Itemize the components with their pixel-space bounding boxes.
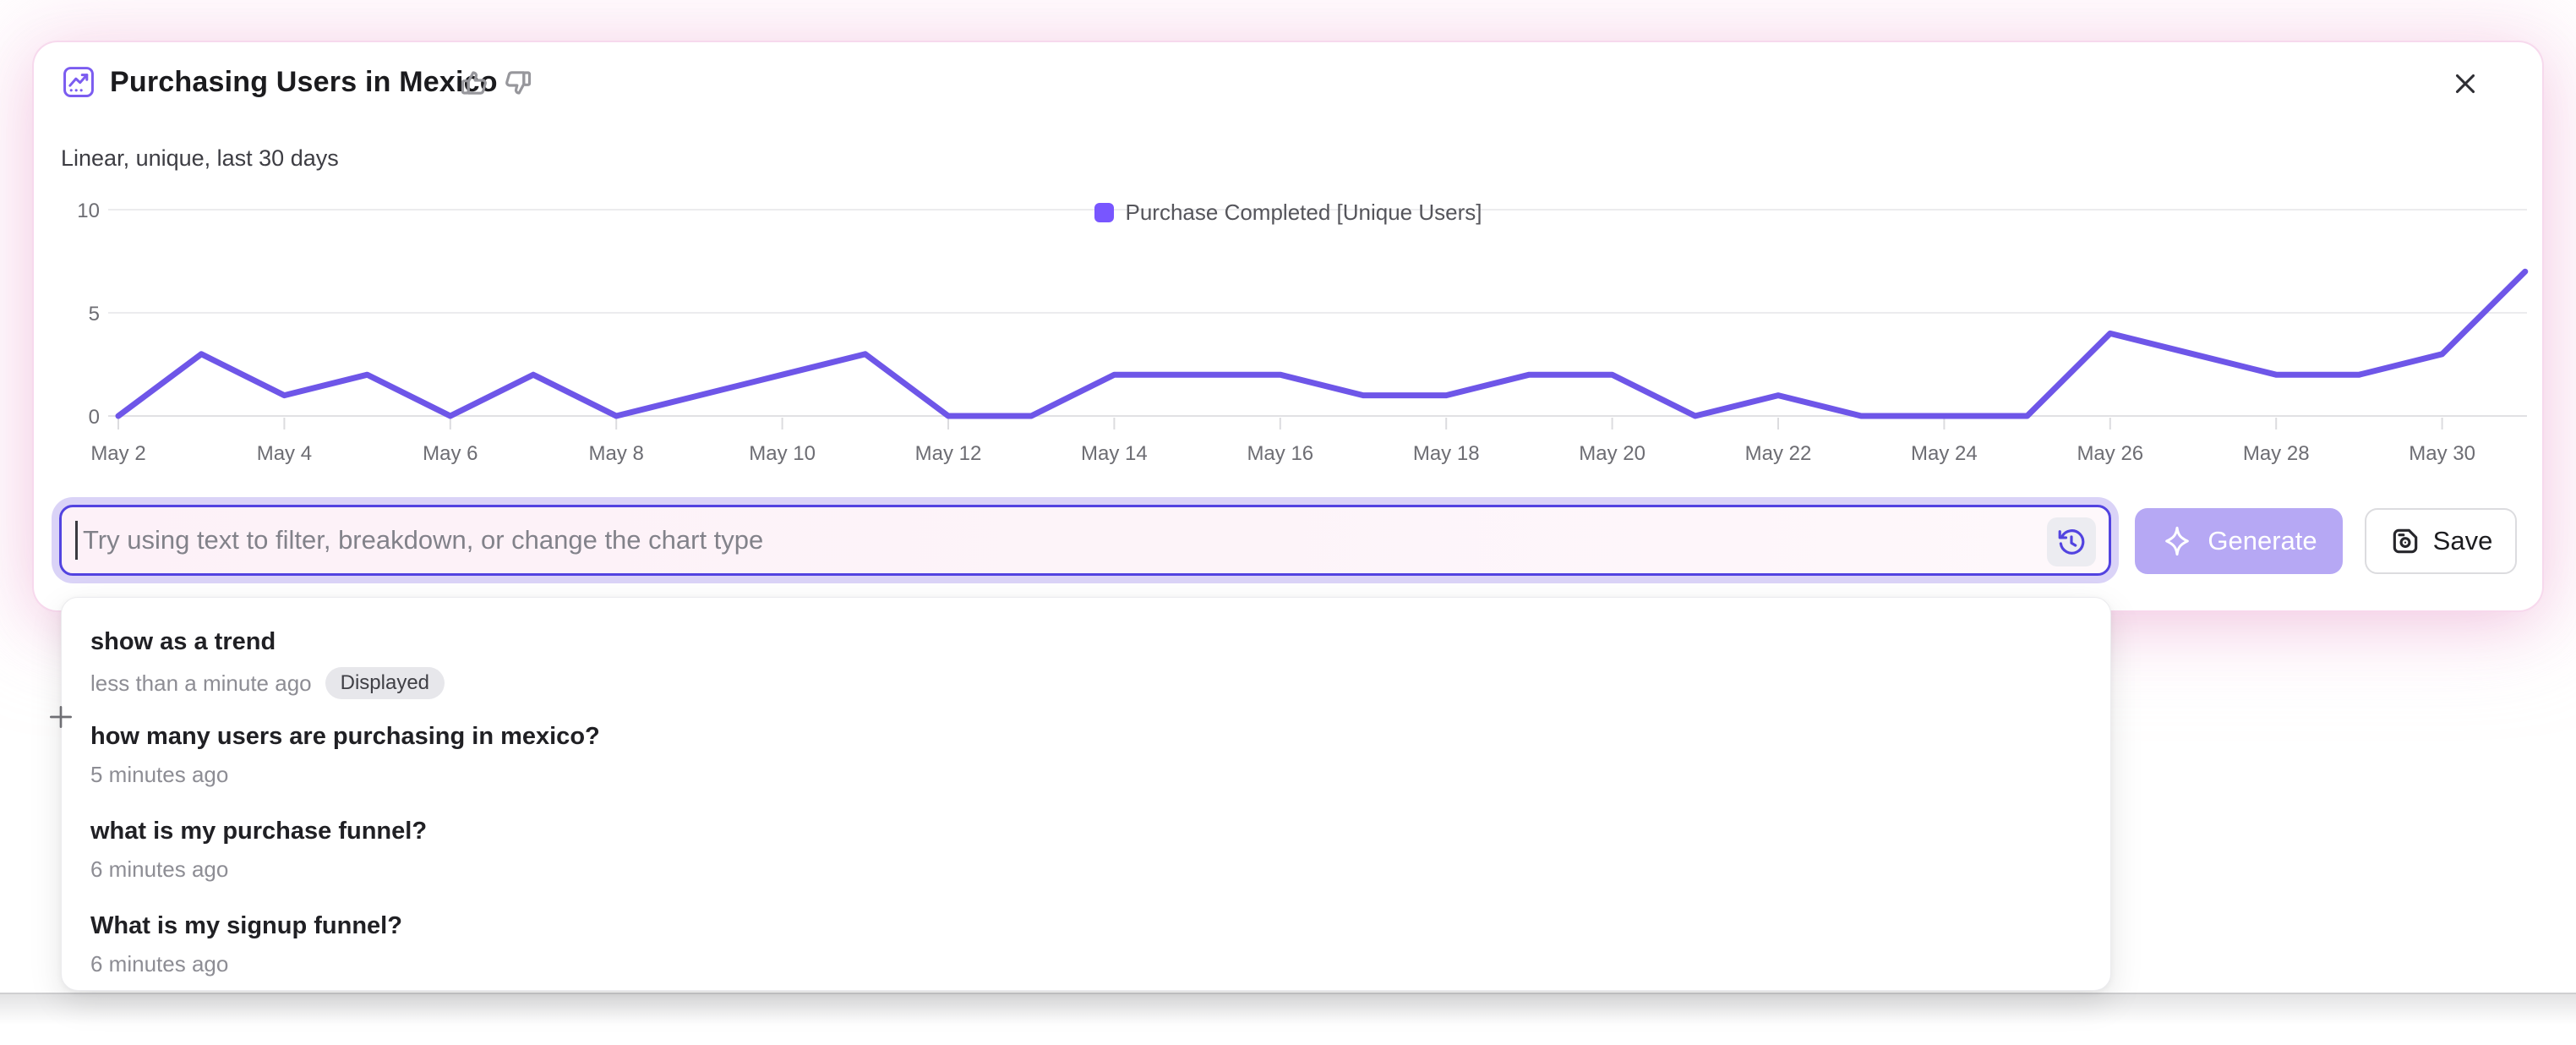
history-query: show as a trend	[90, 628, 2082, 656]
generate-label: Generate	[2208, 526, 2317, 556]
legend-label: Purchase Completed [Unique Users]	[1126, 200, 1482, 226]
close-button[interactable]	[2449, 61, 2495, 107]
svg-text:May 12: May 12	[915, 442, 982, 465]
history-meta: 5 minutes ago	[90, 762, 2082, 788]
page-title: Purchasing Users in Mexico	[110, 66, 498, 99]
svg-text:May 20: May 20	[1579, 442, 1645, 465]
svg-text:May 26: May 26	[2077, 442, 2143, 465]
svg-text:0: 0	[89, 406, 100, 429]
page-bottom-divider	[0, 993, 2576, 1045]
svg-text:May 14: May 14	[1081, 442, 1148, 465]
thumbs-up-icon	[458, 66, 492, 100]
save-disk-icon	[2389, 525, 2421, 557]
history-meta: 6 minutes ago	[90, 856, 2082, 883]
history-time: 6 minutes ago	[90, 856, 228, 883]
history-meta: less than a minute ago Displayed	[90, 667, 2082, 699]
line-chart: 1050May 2May 4May 6May 8May 10May 12May …	[34, 152, 2542, 521]
sparkle-icon	[2160, 524, 2194, 558]
svg-text:May 16: May 16	[1247, 442, 1313, 465]
thumbs-up-button[interactable]	[458, 66, 492, 100]
history-item[interactable]: how many users are purchasing in mexico?…	[90, 714, 2082, 809]
history-query: What is my signup funnel?	[90, 912, 2082, 940]
history-button[interactable]	[2047, 517, 2096, 566]
save-button[interactable]: Save	[2365, 508, 2517, 574]
history-query: how many users are purchasing in mexico?	[90, 723, 2082, 751]
svg-text:5: 5	[89, 303, 100, 326]
legend-swatch	[1094, 203, 1114, 222]
history-time: 5 minutes ago	[90, 762, 228, 788]
chart-legend: Purchase Completed [Unique Users]	[34, 200, 2542, 226]
svg-text:May 22: May 22	[1745, 442, 1812, 465]
history-badge: Displayed	[325, 667, 445, 699]
thumbs-down-icon	[500, 66, 534, 100]
close-icon	[2449, 68, 2495, 100]
svg-text:May 4: May 4	[257, 442, 312, 465]
history-item[interactable]: what is my purchase funnel? 6 minutes ag…	[90, 809, 2082, 904]
history-dropdown: show as a trend less than a minute ago D…	[61, 597, 2111, 991]
svg-text:May 10: May 10	[749, 442, 816, 465]
history-item[interactable]: What is my signup funnel? 6 minutes ago	[90, 904, 2082, 998]
insights-chart-icon	[61, 64, 96, 100]
chart-card: Purchasing Users in Mexico	[34, 42, 2542, 610]
ai-prompt-input[interactable]: Try using text to filter, breakdown, or …	[59, 505, 2111, 576]
history-clock-icon	[2055, 526, 2088, 558]
history-item[interactable]: show as a trend less than a minute ago D…	[90, 620, 2082, 714]
history-meta: 6 minutes ago	[90, 951, 2082, 977]
svg-text:May 18: May 18	[1413, 442, 1480, 465]
svg-text:May 2: May 2	[90, 442, 145, 465]
mouse-cursor-crosshair	[44, 700, 78, 734]
prompt-placeholder: Try using text to filter, breakdown, or …	[83, 525, 763, 555]
history-query: what is my purchase funnel?	[90, 818, 2082, 845]
generate-button[interactable]: Generate	[2135, 508, 2343, 574]
page: Purchasing Users in Mexico	[0, 0, 2576, 1045]
history-list: show as a trend less than a minute ago D…	[90, 620, 2082, 998]
save-label: Save	[2433, 526, 2493, 556]
svg-text:May 24: May 24	[1911, 442, 1978, 465]
text-caret	[75, 521, 78, 560]
svg-text:May 28: May 28	[2243, 442, 2310, 465]
svg-text:May 8: May 8	[589, 442, 644, 465]
svg-text:May 6: May 6	[423, 442, 478, 465]
svg-text:May 30: May 30	[2409, 442, 2475, 465]
thumbs-down-button[interactable]	[500, 66, 534, 100]
history-time: less than a minute ago	[90, 670, 312, 697]
history-time: 6 minutes ago	[90, 951, 228, 977]
